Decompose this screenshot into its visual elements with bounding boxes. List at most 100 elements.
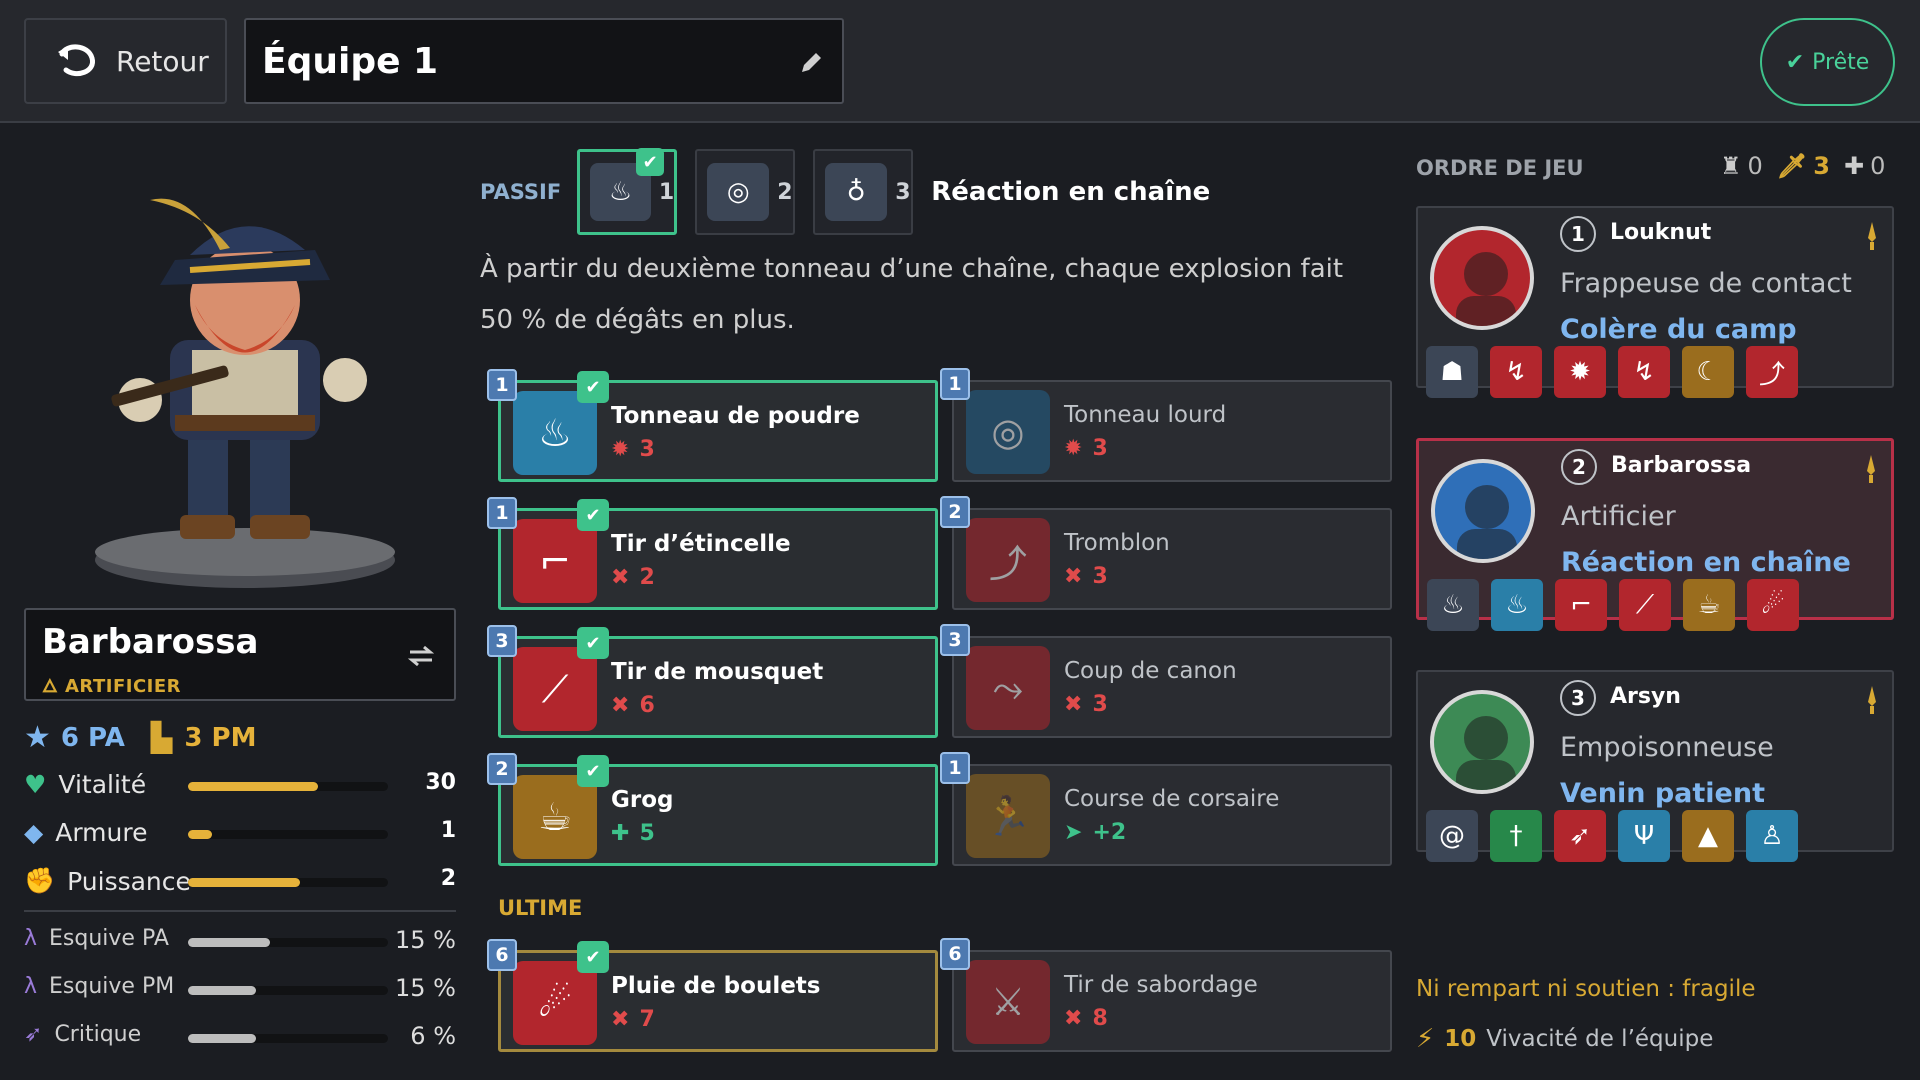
member-passive: Colère du camp — [1560, 314, 1797, 345]
barrel-icon: ◎ — [707, 163, 770, 221]
swap-icon[interactable] — [406, 644, 436, 668]
spell-card[interactable]: ⤴ Tromblon ✖ 3 2 — [940, 496, 1392, 610]
spell-card[interactable]: ⌐ Tir d’étincelle ✖ 2 1 ✔ — [487, 497, 938, 610]
support-icon: ✚ — [1843, 152, 1865, 180]
divider — [24, 910, 456, 912]
armor-icon: ◆ — [24, 818, 44, 847]
back-button[interactable]: Retour — [24, 18, 227, 104]
cannonballs-icon: ☄ — [1747, 579, 1799, 631]
damage-role-icon — [1868, 686, 1876, 714]
pistol-icon: ⌐ — [513, 519, 597, 603]
spell-card[interactable]: ◎ Tonneau lourd ✹ 3 1 — [940, 368, 1392, 482]
fist-icon: ✊ — [24, 866, 56, 895]
team-name: Équipe 1 — [262, 40, 439, 82]
turn-number: 3 — [1560, 680, 1596, 716]
turn-number: 1 — [1560, 216, 1596, 252]
passive-slot-number: 3 — [895, 179, 911, 205]
spell-value: 3 — [1092, 692, 1108, 717]
runner-icon: 🏃 — [966, 774, 1050, 858]
stat-dodge-pm: λ Esquive PM 15 % — [24, 974, 456, 1008]
spell-card[interactable]: ⟋ Tir de mousquet ✖ 6 3 ✔ — [487, 625, 938, 738]
stat-bar-fill — [188, 938, 270, 947]
spell-cost-badge: 1 — [487, 497, 517, 529]
ready-button[interactable]: ✔ Prête — [1760, 18, 1895, 106]
stat-vitality: ♥ Vitalité 30 — [24, 770, 456, 804]
pa-value: 6 PA — [60, 722, 125, 753]
horns-icon: ☾ — [1682, 346, 1734, 398]
member-name: Louknut — [1610, 220, 1712, 245]
stat-value: 15 % — [395, 974, 456, 1002]
damage-icon: ✖ — [1064, 564, 1083, 589]
spell-name: Grog — [611, 787, 674, 813]
stat-label: Esquive PA — [49, 926, 169, 951]
dagger-icon: † — [1490, 810, 1542, 862]
spell-card[interactable]: ⤳ Coup de canon ✖ 3 3 — [940, 624, 1392, 738]
stat-dodge-pa: λ Esquive PA 15 % — [24, 926, 456, 960]
explosion-icon: ✹ — [1064, 436, 1083, 461]
role-counts: ♜ 0 🗡 3 ✚ 0 — [1706, 152, 1885, 180]
check-icon: ✔ — [1785, 49, 1805, 75]
spell-value: 5 — [639, 821, 655, 846]
scuttle-shot-icon: ⚔ — [966, 960, 1050, 1044]
stat-value: 2 — [440, 866, 456, 891]
critical-icon: ➶ — [24, 1022, 43, 1047]
mug-icon: ☕ — [1683, 579, 1735, 631]
stat-bar-fill — [188, 782, 318, 791]
spell-card[interactable]: ♨ Tonneau de poudre ✹ 3 1 ✔ — [487, 369, 938, 482]
passive-slot-1[interactable]: ♨ 1 ✔ — [577, 148, 678, 235]
passive-slot-3[interactable]: ♁ 3 — [813, 149, 914, 235]
barrel-bomb-icon: ♨ — [1491, 579, 1543, 631]
check-icon: ✔ — [577, 941, 609, 973]
damage-icon: ✖ — [611, 693, 630, 718]
boot-icon: ▙ — [150, 721, 173, 754]
tiger-icon: ☗ — [1426, 346, 1478, 398]
explosion-icon: ✹ — [611, 437, 630, 462]
spell-name: Tir de mousquet — [611, 659, 824, 685]
spell-name: Coup de canon — [1064, 658, 1237, 684]
turn-order-member[interactable]: 2 Barbarossa Artificier Réaction en chaîne ♨… — [1416, 438, 1894, 631]
tower-icon: ♜ — [1720, 152, 1742, 180]
spell-card[interactable]: ☄ Pluie de boulets ✖ 7 6 ✔ — [487, 939, 938, 1052]
mug-icon: ☕ — [513, 775, 597, 859]
cannonballs-icon: ☄ — [513, 961, 597, 1045]
spell-name: Tonneau de poudre — [611, 403, 860, 429]
action-points-row: ★ 6 PA ▙ 3 PM — [24, 720, 256, 755]
spell-value: 8 — [1092, 1006, 1108, 1031]
spell-value: 2 — [639, 565, 655, 590]
trident-icon: Ψ — [1618, 810, 1670, 862]
stat-label: Vitalité — [58, 770, 147, 799]
leap-icon: ⤴ — [1746, 346, 1798, 398]
stat-label: Critique — [54, 1022, 142, 1047]
spell-cost-badge: 2 — [940, 496, 970, 528]
check-icon: ✔ — [577, 499, 609, 531]
spell-card[interactable]: 🏃 Course de corsaire ➤ +2 1 — [940, 752, 1392, 866]
class-label: ARTIFICIER — [65, 676, 182, 697]
tank-count: 0 — [1747, 152, 1763, 180]
member-spells: ☗ ↯ ✹ ↯ ☾ ⤴ — [1426, 346, 1810, 398]
blunderbuss-icon: ⤴ — [966, 518, 1050, 602]
turn-order-member[interactable]: 3 Arsyn Empoisonneuse Venin patient @ † ➶ Ψ ▲ ♙ — [1416, 670, 1894, 862]
cannon-icon: ⤳ — [966, 646, 1050, 730]
edit-pencil-icon[interactable] — [798, 50, 824, 76]
passive-selector: PASSIF ♨ 1 ✔ ◎ 2 ♁ 3 Réaction en chaîne — [480, 148, 1210, 236]
kick-icon: ↯ — [1618, 346, 1670, 398]
spell-card[interactable]: ☕ Grog ✚ 5 2 ✔ — [487, 753, 938, 866]
team-warning: Ni rempart ni soutien : fragile — [1416, 976, 1756, 1002]
stat-value: 15 % — [395, 926, 456, 954]
stat-power: ✊ Puissance 2 — [24, 866, 456, 900]
spell-card[interactable]: ⚔ Tir de sabordage ✖ 8 6 — [940, 938, 1392, 1052]
pistol-icon: ⌐ — [1555, 579, 1607, 631]
passive-slot-2[interactable]: ◎ 2 — [695, 149, 796, 235]
top-bar: Retour Équipe 1 ✔ Prête — [0, 0, 1920, 123]
turn-order-member[interactable]: 1 Louknut Frappeuse de contact Colère du ca… — [1416, 206, 1894, 398]
stat-label: Puissance — [67, 866, 191, 896]
team-name-field[interactable]: Équipe 1 — [244, 18, 844, 104]
passive-slot-number: 2 — [777, 179, 793, 205]
member-name: Barbarossa — [1611, 453, 1752, 478]
star-icon: ★ — [24, 720, 51, 755]
heart-icon: ♥ — [24, 770, 47, 799]
member-role: Empoisonneuse — [1560, 732, 1774, 763]
fuse-icon: ♁ — [825, 163, 888, 221]
stat-bar-fill — [188, 878, 300, 887]
member-passive: Réaction en chaîne — [1561, 547, 1851, 578]
